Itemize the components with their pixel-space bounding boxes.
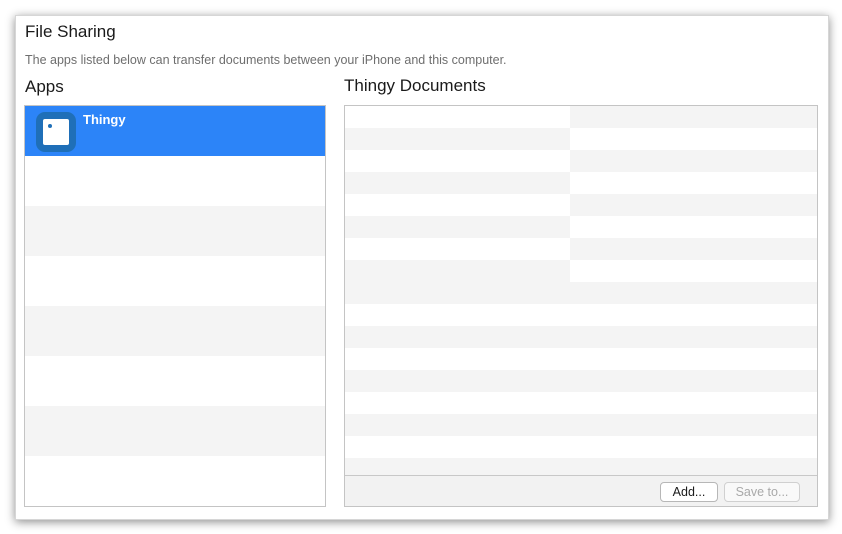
list-item: [25, 306, 325, 356]
save-to-button[interactable]: Save to...: [724, 482, 800, 502]
app-list-item-thingy[interactable]: Thingy: [25, 106, 325, 156]
documents-heading: Thingy Documents: [344, 76, 486, 95]
app-name: Thingy: [83, 112, 126, 127]
apps-list[interactable]: Thingy: [24, 105, 326, 507]
list-item: [25, 406, 325, 456]
file-sharing-panel: File Sharing The apps listed below can t…: [15, 15, 829, 520]
list-item: [25, 456, 325, 506]
add-button[interactable]: Add...: [660, 482, 718, 502]
description-text: The apps listed below can transfer docum…: [25, 53, 507, 67]
list-item: [25, 356, 325, 406]
list-item: [25, 256, 325, 306]
documents-list[interactable]: Add... Save to...: [344, 105, 818, 507]
documents-table: [345, 106, 817, 480]
app-icon: [36, 112, 76, 152]
page-title: File Sharing: [25, 22, 116, 41]
list-item: [25, 156, 325, 206]
list-item: [25, 206, 325, 256]
apps-heading: Apps: [25, 77, 64, 96]
documents-toolbar: Add... Save to...: [345, 475, 817, 506]
